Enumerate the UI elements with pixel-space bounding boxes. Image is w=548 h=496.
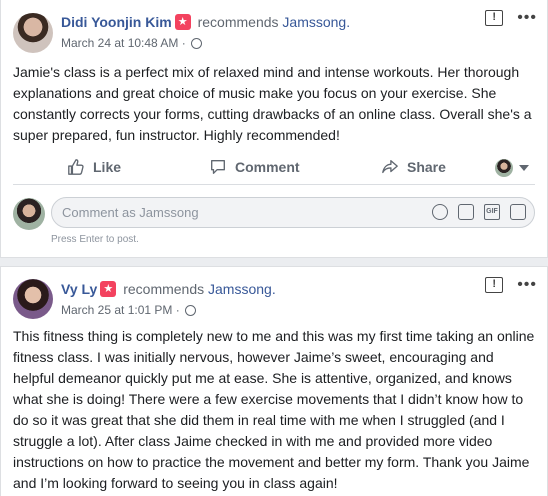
meta-separator: · [175,303,180,317]
gif-icon[interactable]: GIF [484,204,500,220]
page-link[interactable]: Jamssong. [208,281,276,297]
comment-input[interactable]: Comment as Jamssong GIF [51,197,535,228]
like-label: Like [93,159,122,175]
post-timestamp[interactable]: March 25 at 1:01 PM [61,303,172,317]
share-label: Share [407,159,446,175]
author-name[interactable]: Vy Ly [61,281,97,297]
action-bar: Like Comment Share [13,152,535,185]
share-arrow-icon [382,160,398,174]
commenter-avatar [13,198,45,230]
more-options-icon[interactable]: ••• [517,277,537,293]
report-flag-icon[interactable]: ! [485,277,504,293]
post-body: This fitness thing is completely new to … [13,328,535,491]
post-header: Vy Ly recommends Jamssong. [61,281,276,297]
post-corner-controls: ! ••• [485,10,537,26]
globe-icon [191,38,203,49]
post-card: Didi Yoonjin Kim recommends Jamssong. Ma… [0,0,548,258]
report-flag-icon[interactable]: ! [485,10,504,26]
thumbs-up-icon [68,159,84,175]
camera-icon[interactable] [458,204,474,220]
post-meta: March 25 at 1:01 PM · [61,303,197,317]
chevron-down-icon[interactable] [519,165,529,171]
globe-icon [185,305,197,316]
recommendation-badge-icon [174,14,191,30]
author-name[interactable]: Didi Yoonjin Kim [61,14,172,30]
comment-label: Comment [235,159,300,175]
recommendation-badge-icon [100,281,117,297]
comment-input-tools: GIF [432,204,526,220]
meta-separator: · [181,36,186,50]
comment-bubble-icon [211,160,225,174]
page-link[interactable]: Jamssong. [282,14,350,30]
action-text: recommends [123,281,205,297]
author-avatar[interactable] [13,13,53,53]
post-as-avatar[interactable] [495,159,513,177]
post-header: Didi Yoonjin Kim recommends Jamssong. [61,14,350,30]
sticker-icon[interactable] [510,204,526,220]
comment-placeholder: Comment as Jamssong [62,205,199,220]
post-timestamp[interactable]: March 24 at 10:48 AM [61,36,178,50]
action-text: recommends [197,14,279,30]
share-button[interactable]: Share [381,158,446,176]
like-button[interactable]: Like [67,158,121,176]
post-corner-controls: ! ••• [485,277,537,293]
more-options-icon[interactable]: ••• [517,10,537,26]
comment-button[interactable]: Comment [209,158,300,176]
emoji-icon[interactable] [432,204,448,220]
post-body: Jamie's class is a perfect mix of relaxe… [13,64,532,143]
comment-hint: Press Enter to post. [51,234,139,245]
author-avatar[interactable] [13,279,53,319]
post-card: Vy Ly recommends Jamssong. March 25 at 1… [0,266,548,496]
post-meta: March 24 at 10:48 AM · [61,36,203,50]
